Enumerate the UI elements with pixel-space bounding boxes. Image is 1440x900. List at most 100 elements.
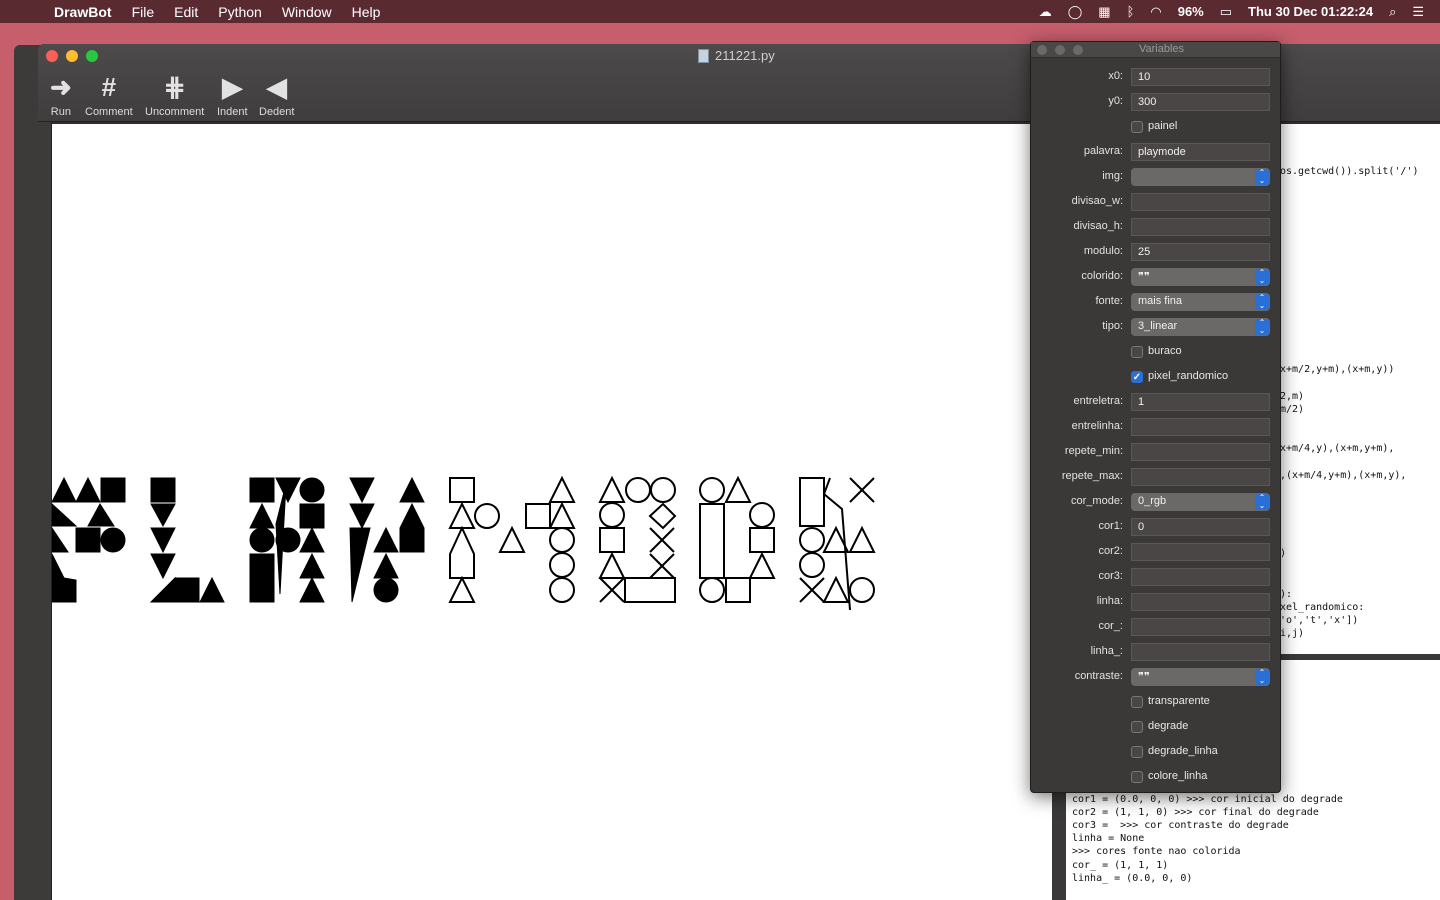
- indent-button[interactable]: ▶ Indent: [217, 70, 248, 119]
- variable-text-field[interactable]: [1131, 468, 1270, 486]
- variable-row: divisao_w:: [1031, 190, 1281, 215]
- variable-text-field[interactable]: playmode: [1131, 143, 1270, 161]
- variable-row: colorido: ❞❞ ⌃ ⌄: [1031, 265, 1281, 290]
- menu-help[interactable]: Help: [352, 4, 381, 20]
- battery-icon[interactable]: ▭: [1220, 4, 1232, 20]
- variable-row: painel: [1031, 115, 1281, 140]
- variable-label: repete_max:: [1061, 470, 1123, 482]
- code-editor[interactable]: os.getcwd()).split('/') x+m/2,y+m),(x+m,…: [1280, 124, 1440, 654]
- circle-status-icon[interactable]: ◯: [1068, 4, 1083, 20]
- comment-button[interactable]: # Comment: [85, 70, 133, 119]
- variable-popup-select[interactable]: ⌃ ⌄: [1131, 168, 1270, 186]
- variable-checkbox[interactable]: [1131, 696, 1143, 708]
- variable-checkbox[interactable]: [1131, 346, 1143, 358]
- variable-label: colorido:: [1081, 270, 1123, 282]
- variable-text-field[interactable]: [1131, 568, 1270, 586]
- variable-text-field[interactable]: [1131, 218, 1270, 236]
- variable-text-field[interactable]: [1131, 443, 1270, 461]
- clock[interactable]: Thu 30 Dec 01:22:24: [1248, 4, 1373, 19]
- variable-label: modulo:: [1083, 245, 1123, 257]
- variable-checkbox[interactable]: [1131, 121, 1143, 133]
- variable-row: cor_mode: 0_rgb ⌃ ⌄: [1031, 490, 1281, 515]
- window-title-text: 211221.py: [715, 48, 775, 63]
- variable-row: colore_linha: [1031, 765, 1281, 790]
- panel-window-buttons: [1037, 45, 1091, 55]
- panel-zoom-button[interactable]: [1073, 45, 1083, 55]
- wifi-icon[interactable]: ◠: [1150, 4, 1161, 20]
- panel-close-button[interactable]: [1037, 45, 1047, 55]
- drawing-canvas[interactable]: [52, 124, 1052, 900]
- variable-row: divisao_h:: [1031, 215, 1281, 240]
- variable-text-field[interactable]: [1131, 193, 1270, 211]
- variable-row: ✓ pixel_randomico: [1031, 365, 1281, 390]
- code-line: ,(x+m/4,y+m),(x+m,y),: [1280, 470, 1407, 481]
- variable-text-field[interactable]: [1131, 418, 1270, 436]
- output-line: cor_ = (1, 1, 1): [1072, 860, 1169, 871]
- code-line: x+m/4,y),(x+m,y+m),: [1280, 443, 1395, 454]
- variable-checkbox[interactable]: ✓: [1131, 371, 1143, 383]
- variable-checkbox[interactable]: [1131, 746, 1143, 758]
- variable-text-field[interactable]: 0: [1131, 518, 1270, 536]
- uncomment-button[interactable]: ⋕ Uncomment: [145, 70, 204, 119]
- menu-edit[interactable]: Edit: [174, 4, 198, 20]
- variable-row: img: ⌃ ⌄: [1031, 165, 1281, 190]
- variable-text-field[interactable]: [1131, 593, 1270, 611]
- menu-python[interactable]: Python: [218, 4, 262, 20]
- variable-popup-select[interactable]: 3_linear ⌃ ⌄: [1131, 318, 1270, 336]
- search-icon[interactable]: ⌕: [1389, 4, 1396, 20]
- variable-checkbox-label[interactable]: degrade_linha: [1148, 745, 1218, 757]
- glyph-p-filled: [52, 476, 126, 603]
- variable-popup-select[interactable]: ❞❞ ⌃ ⌄: [1131, 668, 1270, 686]
- dedent-button[interactable]: ◀ Dedent: [259, 70, 294, 119]
- variable-text-field[interactable]: 300: [1131, 93, 1270, 111]
- variable-label: linha:: [1096, 595, 1123, 607]
- menu-app-name[interactable]: DrawBot: [54, 4, 112, 20]
- calendar-icon[interactable]: ▦: [1098, 4, 1110, 20]
- run-button[interactable]: ➜ Run: [50, 70, 72, 119]
- variable-row: x0: 10: [1031, 65, 1281, 90]
- variable-checkbox-label[interactable]: painel: [1148, 120, 1177, 132]
- variable-row: fonte: mais fina ⌃ ⌄: [1031, 290, 1281, 315]
- code-line: 'o','t','x']): [1280, 615, 1359, 626]
- variables-titlebar[interactable]: Variables: [1031, 42, 1280, 58]
- menu-file[interactable]: File: [132, 4, 155, 20]
- close-button[interactable]: [46, 50, 58, 62]
- code-line: os.getcwd()).split('/'): [1280, 166, 1419, 177]
- variable-select-value: ❞❞: [1138, 671, 1150, 683]
- variable-row: cor_:: [1031, 615, 1281, 640]
- variable-row: repete_min:: [1031, 440, 1281, 465]
- battery-percent[interactable]: 96%: [1178, 4, 1204, 19]
- variable-checkbox-label[interactable]: pixel_randomico: [1148, 370, 1228, 382]
- variable-checkbox[interactable]: [1131, 721, 1143, 733]
- minimize-button[interactable]: [66, 50, 78, 62]
- variable-popup-select[interactable]: 0_rgb ⌃ ⌄: [1131, 493, 1270, 511]
- zoom-button[interactable]: [86, 50, 98, 62]
- variable-text-field[interactable]: [1131, 643, 1270, 661]
- variables-panel: Variables x0: 10 y0: 300 painel palavra: playm…: [1030, 41, 1281, 793]
- variable-text-field[interactable]: 1: [1131, 393, 1270, 411]
- comment-label: Comment: [85, 106, 133, 118]
- variable-text-field[interactable]: [1131, 543, 1270, 561]
- dedent-icon: ◀: [266, 71, 287, 102]
- panel-minimize-button[interactable]: [1055, 45, 1065, 55]
- variable-text-field[interactable]: 25: [1131, 243, 1270, 261]
- code-line: x+m/2,y+m),(x+m,y)): [1280, 364, 1395, 375]
- output-line: linha_ = (0.0, 0, 0): [1072, 873, 1193, 884]
- variable-checkbox-label[interactable]: transparente: [1148, 695, 1210, 707]
- control-center-icon[interactable]: ☰: [1412, 4, 1424, 20]
- variable-popup-select[interactable]: ❞❞ ⌃ ⌄: [1131, 268, 1270, 286]
- variable-text-field[interactable]: 10: [1131, 68, 1270, 86]
- menu-window[interactable]: Window: [282, 4, 332, 20]
- variable-checkbox[interactable]: [1131, 771, 1143, 783]
- variable-checkbox-label[interactable]: buraco: [1148, 345, 1182, 357]
- creative-cloud-icon[interactable]: ☁: [1039, 4, 1052, 20]
- variable-checkbox-label[interactable]: degrade: [1148, 720, 1188, 732]
- variable-text-field[interactable]: [1131, 618, 1270, 636]
- variables-title: Variables: [1139, 43, 1185, 55]
- bluetooth-icon[interactable]: ᛒ: [1127, 4, 1135, 19]
- glyph-outline-group: [448, 475, 876, 611]
- chevron-updown-icon: ⌃ ⌄: [1255, 269, 1269, 285]
- variable-popup-select[interactable]: mais fina ⌃ ⌄: [1131, 293, 1270, 311]
- splitter-strip[interactable]: [38, 122, 52, 900]
- variable-checkbox-label[interactable]: colore_linha: [1148, 770, 1207, 782]
